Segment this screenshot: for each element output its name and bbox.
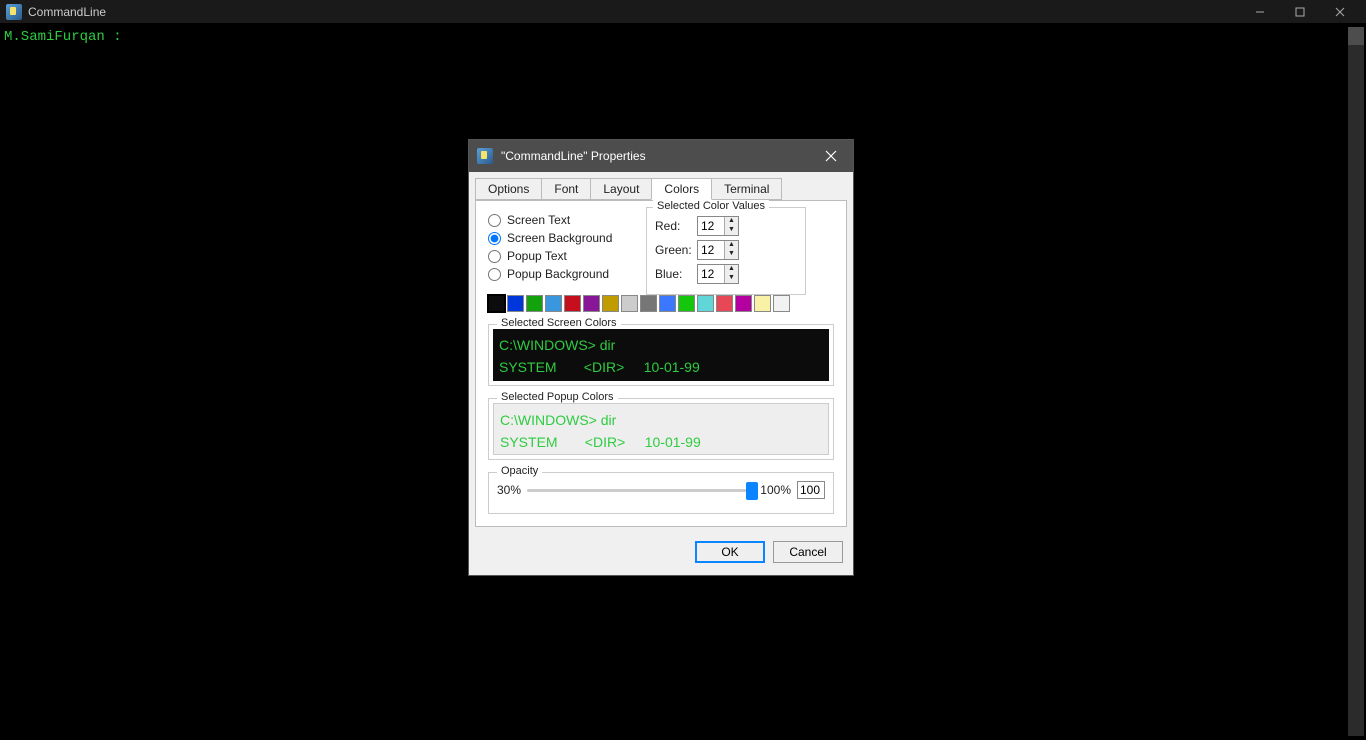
radio-screen-background-input[interactable]	[488, 232, 501, 245]
green-spinner[interactable]: ▲▼	[697, 240, 739, 260]
blue-spinner[interactable]: ▲▼	[697, 264, 739, 284]
scrollbar-thumb[interactable]	[1348, 27, 1364, 45]
tab-layout[interactable]: Layout	[590, 178, 652, 200]
screen-preview-legend: Selected Screen Colors	[497, 317, 621, 329]
tab-font[interactable]: Font	[541, 178, 591, 200]
popup-preview-box: C:\WINDOWS> dir SYSTEM <DIR> 10-01-99	[493, 403, 829, 455]
minimize-button[interactable]	[1240, 0, 1280, 23]
radio-screen-text[interactable]: Screen Text	[488, 213, 638, 227]
opacity-slider[interactable]	[527, 489, 754, 492]
palette-swatch-11[interactable]	[697, 295, 714, 312]
palette-swatch-3[interactable]	[545, 295, 562, 312]
blue-input[interactable]	[698, 265, 724, 283]
popup-colors-preview-group: Selected Popup Colors C:\WINDOWS> dir SY…	[488, 398, 834, 460]
opacity-max-label: 100%	[760, 483, 791, 497]
main-titlebar: CommandLine	[0, 0, 1366, 23]
selected-color-values-group: Selected Color Values Red: ▲▼ Green: ▲▼ …	[646, 207, 806, 295]
opacity-slider-thumb[interactable]	[746, 482, 758, 500]
green-label: Green:	[655, 243, 697, 257]
palette-swatch-7[interactable]	[621, 295, 638, 312]
green-input[interactable]	[698, 241, 724, 259]
radio-popup-background[interactable]: Popup Background	[488, 267, 638, 281]
red-label: Red:	[655, 219, 697, 233]
maximize-button[interactable]	[1280, 0, 1320, 23]
palette-swatch-10[interactable]	[678, 295, 695, 312]
blue-spin-buttons[interactable]: ▲▼	[724, 265, 738, 283]
ok-button[interactable]: OK	[695, 541, 765, 563]
properties-dialog: "CommandLine" Properties Options Font La…	[468, 139, 854, 576]
dialog-close-button[interactable]	[817, 142, 845, 170]
palette-swatch-14[interactable]	[754, 295, 771, 312]
palette-swatch-4[interactable]	[564, 295, 581, 312]
radio-popup-text-label: Popup Text	[507, 249, 567, 263]
palette-swatch-12[interactable]	[716, 295, 733, 312]
radio-popup-background-input[interactable]	[488, 268, 501, 281]
radio-screen-text-label: Screen Text	[507, 213, 570, 227]
color-target-radios: Screen Text Screen Background Popup Text…	[488, 213, 638, 281]
opacity-group: Opacity 30% 100%	[488, 472, 834, 514]
tab-terminal[interactable]: Terminal	[711, 178, 782, 200]
tab-options[interactable]: Options	[475, 178, 542, 200]
opacity-value-input[interactable]	[797, 481, 825, 499]
blue-label: Blue:	[655, 267, 697, 281]
tab-colors[interactable]: Colors	[651, 178, 712, 200]
color-palette	[488, 295, 834, 312]
dialog-app-icon	[477, 148, 493, 164]
radio-popup-background-label: Popup Background	[507, 267, 609, 281]
radio-screen-background[interactable]: Screen Background	[488, 231, 638, 245]
opacity-legend: Opacity	[497, 465, 542, 477]
terminal-prompt: M.SamiFurqan :	[0, 23, 1366, 51]
colors-tab-body: Screen Text Screen Background Popup Text…	[475, 200, 847, 527]
screen-colors-preview-group: Selected Screen Colors C:\WINDOWS> dir S…	[488, 324, 834, 386]
app-title: CommandLine	[28, 5, 106, 19]
palette-swatch-1[interactable]	[507, 295, 524, 312]
scrollbar-track[interactable]	[1348, 27, 1364, 736]
app-icon	[6, 4, 22, 20]
palette-swatch-2[interactable]	[526, 295, 543, 312]
color-values-legend: Selected Color Values	[653, 200, 769, 212]
radio-popup-text-input[interactable]	[488, 250, 501, 263]
palette-swatch-13[interactable]	[735, 295, 752, 312]
dialog-title: "CommandLine" Properties	[501, 149, 646, 163]
red-spinner[interactable]: ▲▼	[697, 216, 739, 236]
red-spin-buttons[interactable]: ▲▼	[724, 217, 738, 235]
palette-swatch-15[interactable]	[773, 295, 790, 312]
palette-swatch-0[interactable]	[488, 295, 505, 312]
palette-swatch-9[interactable]	[659, 295, 676, 312]
cancel-button[interactable]: Cancel	[773, 541, 843, 563]
green-spin-buttons[interactable]: ▲▼	[724, 241, 738, 259]
dialog-tabs: Options Font Layout Colors Terminal	[469, 172, 853, 200]
radio-popup-text[interactable]: Popup Text	[488, 249, 638, 263]
dialog-titlebar[interactable]: "CommandLine" Properties	[469, 140, 853, 172]
palette-swatch-6[interactable]	[602, 295, 619, 312]
opacity-min-label: 30%	[497, 483, 521, 497]
palette-swatch-8[interactable]	[640, 295, 657, 312]
red-input[interactable]	[698, 217, 724, 235]
close-button[interactable]	[1320, 0, 1360, 23]
screen-preview-box: C:\WINDOWS> dir SYSTEM <DIR> 10-01-99	[493, 329, 829, 381]
popup-preview-legend: Selected Popup Colors	[497, 391, 618, 403]
radio-screen-background-label: Screen Background	[507, 231, 612, 245]
radio-screen-text-input[interactable]	[488, 214, 501, 227]
dialog-button-row: OK Cancel	[469, 533, 853, 575]
palette-swatch-5[interactable]	[583, 295, 600, 312]
